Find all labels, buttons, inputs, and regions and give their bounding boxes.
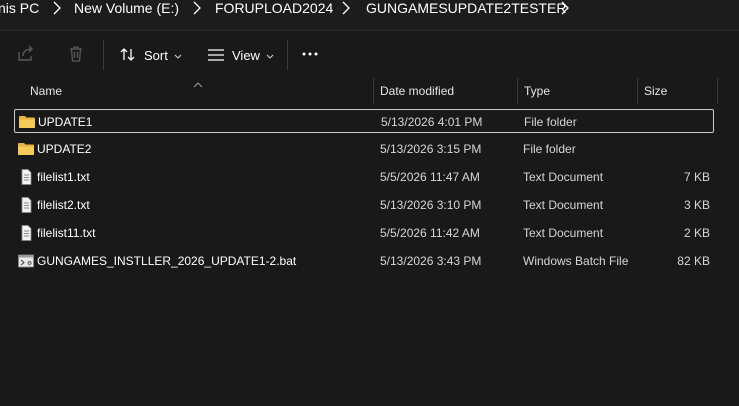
file-date: 5/13/2026 3:15 PM	[380, 142, 482, 156]
chevron-down-icon	[266, 48, 274, 63]
toolbar-divider	[103, 40, 104, 70]
trash-icon	[66, 44, 86, 67]
breadcrumb: nis PC New Volume (E:) FORUPLOAD2024 GUN…	[0, 0, 739, 31]
file-row[interactable]: filelist1.txt 5/5/2026 11:47 AM Text Doc…	[14, 165, 714, 189]
more-icon	[300, 44, 320, 67]
column-header-size[interactable]: Size	[644, 78, 667, 104]
chevron-down-icon	[174, 48, 182, 63]
view-label: View	[232, 47, 260, 63]
file-name: filelist2.txt	[37, 198, 90, 212]
chevron-right-icon[interactable]	[341, 1, 351, 15]
file-name: filelist1.txt	[37, 170, 90, 184]
file-date: 5/13/2026 3:10 PM	[380, 198, 482, 212]
toolbar-divider	[287, 40, 288, 70]
command-bar: Sort View	[0, 31, 739, 77]
file-explorer-window: nis PC New Volume (E:) FORUPLOAD2024 GUN…	[0, 0, 739, 406]
chevron-right-icon[interactable]	[52, 1, 62, 15]
file-type: Windows Batch File	[523, 254, 629, 268]
share-icon	[16, 44, 36, 67]
folder-icon	[18, 114, 36, 130]
file-size: 82 KB	[677, 254, 710, 268]
file-name: GUNGAMES_INSTLLER_2026_UPDATE1-2.bat	[37, 254, 297, 268]
column-header-date[interactable]: Date modified	[380, 78, 454, 104]
sort-label: Sort	[144, 47, 168, 63]
file-row[interactable]: filelist2.txt 5/13/2026 3:10 PM Text Doc…	[14, 193, 714, 217]
chevron-right-icon[interactable]	[192, 1, 202, 15]
text-file-icon	[17, 169, 35, 185]
file-row[interactable]: UPDATE1 5/13/2026 4:01 PM File folder	[14, 109, 714, 133]
file-date: 5/13/2026 4:01 PM	[381, 115, 483, 129]
file-type: Text Document	[523, 198, 604, 212]
column-resize-handle[interactable]	[717, 78, 718, 104]
breadcrumb-item-new-volume[interactable]: New Volume (E:)	[74, 0, 179, 24]
file-size: 3 KB	[683, 198, 710, 212]
file-name: UPDATE2	[37, 142, 92, 156]
file-row[interactable]: GUNGAMES_INSTLLER_2026_UPDATE1-2.bat 5/1…	[14, 249, 714, 273]
file-date: 5/5/2026 11:42 AM	[380, 226, 480, 240]
file-type: File folder	[524, 115, 577, 129]
column-resize-handle[interactable]	[517, 78, 518, 104]
see-more-button[interactable]	[300, 39, 326, 71]
file-type: File folder	[523, 142, 576, 156]
batch-file-icon	[17, 253, 35, 269]
file-type: Text Document	[523, 170, 604, 184]
column-resize-handle[interactable]	[637, 78, 638, 104]
file-row[interactable]: UPDATE2 5/13/2026 3:15 PM File folder	[14, 137, 714, 161]
view-button[interactable]: View	[206, 39, 274, 71]
file-row[interactable]: filelist11.txt 5/5/2026 11:42 AM Text Do…	[14, 221, 714, 245]
file-date: 5/5/2026 11:47 AM	[380, 170, 480, 184]
folder-icon	[17, 141, 35, 157]
file-type: Text Document	[523, 226, 604, 240]
view-icon	[206, 45, 226, 65]
file-size: 2 KB	[683, 226, 710, 240]
column-header-name[interactable]: Name	[30, 78, 62, 104]
text-file-icon	[17, 225, 35, 241]
file-size: 7 KB	[683, 170, 710, 184]
column-header-row: Name Date modified Type Size	[0, 78, 739, 104]
delete-button[interactable]	[66, 39, 90, 71]
chevron-right-icon[interactable]	[560, 1, 570, 15]
sort-button[interactable]: Sort	[118, 39, 184, 71]
file-name: UPDATE1	[38, 115, 93, 129]
file-name: filelist11.txt	[37, 226, 96, 240]
column-resize-handle[interactable]	[373, 78, 374, 104]
breadcrumb-item-current-folder[interactable]: GUNGAMESUPDATE2TESTER	[366, 0, 566, 24]
column-header-type[interactable]: Type	[524, 78, 550, 104]
text-file-icon	[17, 197, 35, 213]
file-date: 5/13/2026 3:43 PM	[380, 254, 482, 268]
share-button[interactable]	[16, 39, 44, 71]
breadcrumb-item-this-pc[interactable]: nis PC	[0, 0, 39, 24]
breadcrumb-item-forupload2024[interactable]: FORUPLOAD2024	[215, 0, 333, 24]
sort-icon	[118, 45, 138, 65]
